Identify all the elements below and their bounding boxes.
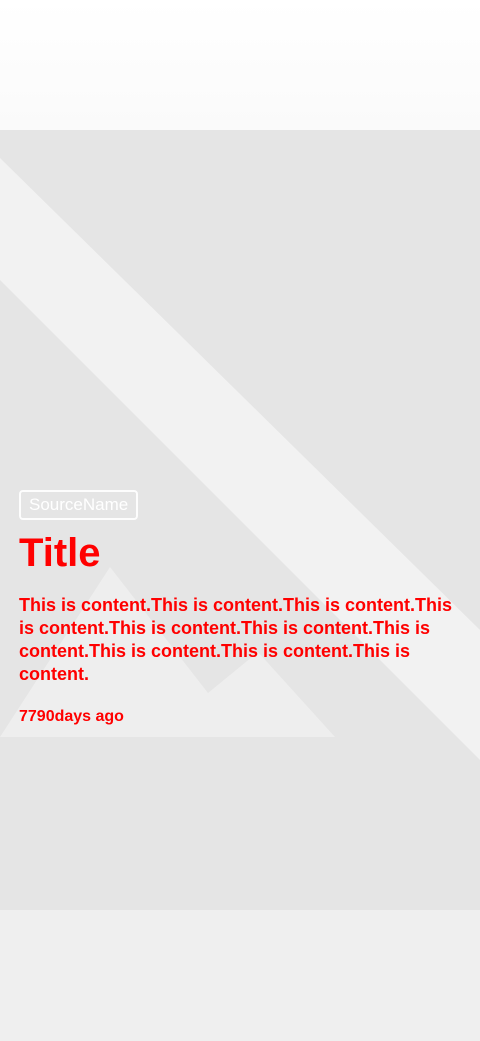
article-title[interactable]: Title <box>19 530 101 576</box>
image-placeholder-icon <box>0 158 480 760</box>
article-time-ago: 7790days ago <box>19 708 124 725</box>
article-image-placeholder[interactable] <box>0 130 480 910</box>
source-name-badge[interactable]: SourceName <box>19 490 139 520</box>
article-content: This is content.This is content.This is … <box>19 595 453 684</box>
status-bar-area <box>0 0 480 130</box>
article-page: SourceName Title This is content.This is… <box>0 0 480 1041</box>
bottom-area <box>0 910 480 1041</box>
